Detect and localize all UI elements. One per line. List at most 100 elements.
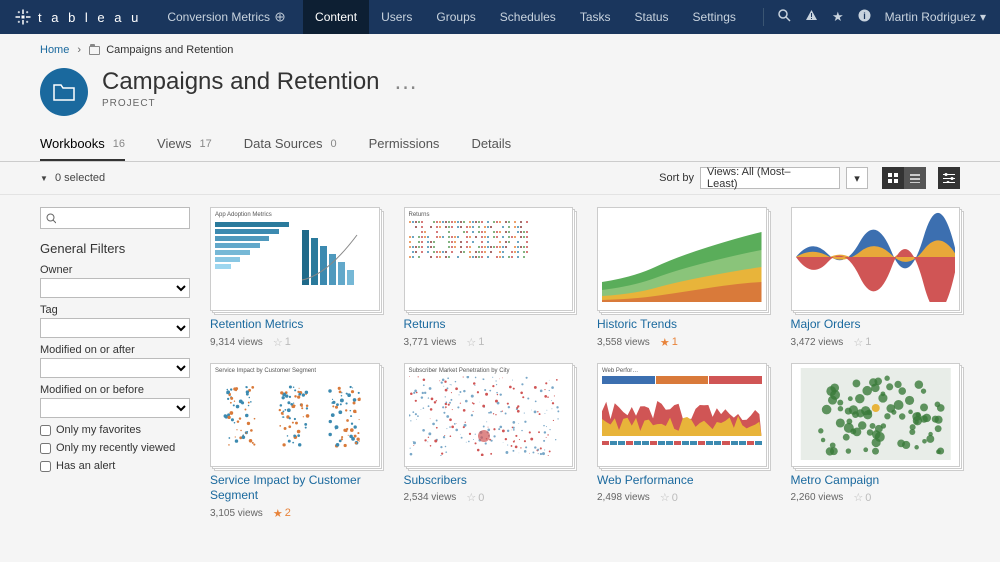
workbook-title[interactable]: Subscribers bbox=[404, 473, 574, 489]
filter-toggle-button[interactable] bbox=[938, 167, 960, 189]
favorite-star[interactable]: ★ 1 bbox=[660, 336, 678, 349]
filter-search-input[interactable] bbox=[56, 212, 184, 224]
workbook-title[interactable]: Service Impact by Customer Segment bbox=[210, 473, 380, 504]
workbook-title[interactable]: Retention Metrics bbox=[210, 317, 380, 333]
modified-before-select[interactable] bbox=[40, 398, 190, 418]
svg-text:i: i bbox=[863, 11, 866, 21]
favorite-star[interactable]: ☆ 1 bbox=[466, 336, 484, 349]
owner-select[interactable] bbox=[40, 278, 190, 298]
view-mode-toggle bbox=[882, 167, 926, 189]
breadcrumb-current: Campaigns and Retention bbox=[106, 44, 233, 56]
favorite-star[interactable]: ☆ 1 bbox=[273, 336, 291, 349]
workbook-views: 3,105 views bbox=[210, 508, 263, 519]
breadcrumb-home[interactable]: Home bbox=[40, 44, 69, 56]
nav-item-status[interactable]: Status bbox=[623, 0, 681, 34]
favorite-count: 1 bbox=[672, 336, 678, 348]
site-selector-label: Conversion Metrics bbox=[167, 10, 270, 24]
page-header: Campaigns and Retention … PROJECT bbox=[0, 64, 1000, 129]
workbook-views: 9,314 views bbox=[210, 337, 263, 348]
workbook-title[interactable]: Web Performance bbox=[597, 473, 767, 489]
brand-logo[interactable]: t a b l e a u bbox=[14, 8, 141, 26]
workbook-thumbnail[interactable]: Subscriber Market Penetration by City bbox=[404, 363, 574, 467]
alert-checkbox-input[interactable] bbox=[40, 461, 51, 472]
nav-item-tasks[interactable]: Tasks bbox=[568, 0, 623, 34]
tab-permissions[interactable]: Permissions bbox=[369, 128, 440, 161]
nav-item-schedules[interactable]: Schedules bbox=[488, 0, 568, 34]
owner-label: Owner bbox=[40, 264, 190, 276]
workbook-title[interactable]: Metro Campaign bbox=[791, 473, 961, 489]
main-content: General Filters Owner Tag Modified on or… bbox=[0, 195, 1000, 540]
breadcrumb: Home › Campaigns and Retention bbox=[0, 34, 1000, 64]
help-icon[interactable]: i bbox=[858, 9, 871, 25]
workbook-views: 3,472 views bbox=[791, 337, 844, 348]
nav-item-groups[interactable]: Groups bbox=[424, 0, 487, 34]
workbook-card: Historic Trends3,558 views★ 1 bbox=[597, 207, 767, 349]
favorite-star[interactable]: ☆ 0 bbox=[466, 491, 484, 504]
title-block: Campaigns and Retention … PROJECT bbox=[102, 68, 418, 109]
grid-view-button[interactable] bbox=[882, 167, 904, 189]
workbook-thumbnail[interactable] bbox=[791, 363, 961, 467]
workbook-thumbnail[interactable]: App Adoption Metrics bbox=[210, 207, 380, 311]
workbook-thumbnail[interactable]: Returns bbox=[404, 207, 574, 311]
sort-direction-button[interactable]: ▾ bbox=[846, 167, 868, 189]
nav-divider bbox=[763, 8, 764, 26]
modified-after-select[interactable] bbox=[40, 358, 190, 378]
tab-views[interactable]: Views17 bbox=[157, 128, 212, 161]
favorite-star[interactable]: ☆ 1 bbox=[853, 336, 871, 349]
favorite-count: 1 bbox=[865, 336, 871, 348]
workbook-title[interactable]: Returns bbox=[404, 317, 574, 333]
workbook-thumbnail[interactable]: Web Perfor… bbox=[597, 363, 767, 467]
workbook-thumbnail[interactable] bbox=[597, 207, 767, 311]
workbook-thumbnail[interactable]: Service Impact by Customer Segment bbox=[210, 363, 380, 467]
favorites-icon[interactable]: ★ bbox=[832, 9, 844, 25]
sort-select[interactable]: Views: All (Most–Least) bbox=[700, 167, 840, 189]
site-selector[interactable]: Conversion Metrics bbox=[167, 10, 285, 24]
site-selector-icon bbox=[275, 12, 285, 22]
nav-item-users[interactable]: Users bbox=[369, 0, 424, 34]
favorite-count: 0 bbox=[865, 492, 871, 504]
favorites-checkbox[interactable]: Only my favorites bbox=[40, 424, 190, 436]
workbook-thumbnail[interactable] bbox=[791, 207, 961, 311]
user-menu[interactable]: Martin Rodriguez ▾ bbox=[885, 10, 986, 24]
workbook-card: Returns Returns 3,771 views ☆ 1 bbox=[404, 207, 574, 349]
favorite-star[interactable]: ☆ 0 bbox=[660, 491, 678, 504]
tab-data-sources[interactable]: Data Sources0 bbox=[244, 128, 337, 161]
tag-select[interactable] bbox=[40, 318, 190, 338]
favorite-star[interactable]: ★ 2 bbox=[273, 507, 291, 520]
top-right-controls: ★ i Martin Rodriguez ▾ bbox=[763, 8, 986, 26]
workbook-views: 3,771 views bbox=[404, 337, 457, 348]
page-title-text: Campaigns and Retention bbox=[102, 68, 380, 96]
tab-details[interactable]: Details bbox=[471, 128, 511, 161]
folder-icon bbox=[89, 46, 100, 55]
tab-workbooks[interactable]: Workbooks16 bbox=[40, 128, 125, 161]
more-actions-button[interactable]: … bbox=[394, 68, 418, 96]
sort-value: Views: All (Most–Least) bbox=[707, 166, 815, 190]
search-icon[interactable] bbox=[778, 9, 791, 25]
favorites-checkbox-input[interactable] bbox=[40, 425, 51, 436]
alerts-icon[interactable] bbox=[805, 9, 818, 25]
favorite-star[interactable]: ☆ 0 bbox=[853, 491, 871, 504]
workbook-title[interactable]: Major Orders bbox=[791, 317, 961, 333]
alert-checkbox[interactable]: Has an alert bbox=[40, 460, 190, 472]
filter-sidebar: General Filters Owner Tag Modified on or… bbox=[40, 207, 190, 520]
selection-count[interactable]: ▼ 0 selected bbox=[40, 172, 105, 184]
recent-checkbox[interactable]: Only my recently viewed bbox=[40, 442, 190, 454]
workbook-views: 2,260 views bbox=[791, 492, 844, 503]
project-folder-icon bbox=[40, 68, 88, 116]
recent-checkbox-input[interactable] bbox=[40, 443, 51, 454]
nav-item-settings[interactable]: Settings bbox=[681, 0, 748, 34]
workbook-title[interactable]: Historic Trends bbox=[597, 317, 767, 333]
brand-text: t a b l e a u bbox=[38, 10, 141, 25]
workbook-card: Service Impact by Customer Segment Servic… bbox=[210, 363, 380, 520]
recent-checkbox-label: Only my recently viewed bbox=[56, 442, 175, 454]
favorite-count: 1 bbox=[285, 336, 291, 348]
list-view-button[interactable] bbox=[904, 167, 926, 189]
nav-item-content[interactable]: Content bbox=[303, 0, 369, 34]
top-nav-bar: t a b l e a u Conversion Metrics Content… bbox=[0, 0, 1000, 34]
filters-header: General Filters bbox=[40, 241, 190, 256]
filter-search[interactable] bbox=[40, 207, 190, 229]
chevron-down-icon: ▾ bbox=[980, 10, 986, 24]
breadcrumb-separator: › bbox=[77, 44, 81, 56]
tag-label: Tag bbox=[40, 304, 190, 316]
controls-row: ▼ 0 selected Sort by Views: All (Most–Le… bbox=[0, 162, 1000, 195]
